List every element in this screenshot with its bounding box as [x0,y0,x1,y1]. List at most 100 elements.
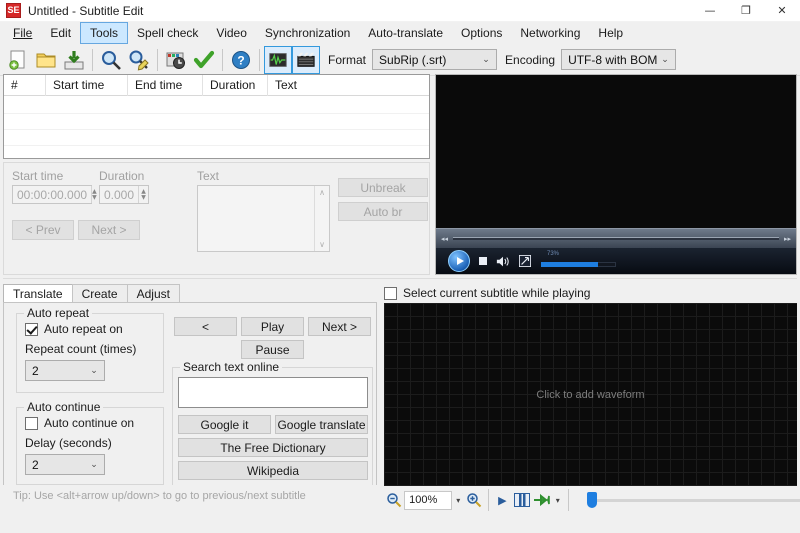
duration-stepper[interactable]: ▲ ▼ [138,186,148,203]
wikipedia-button[interactable]: Wikipedia [178,461,368,480]
delay-dropdown[interactable]: 2 ⌄ [25,454,105,475]
column-header-text[interactable]: Text [268,75,428,96]
chevron-down-icon[interactable]: ▾ [552,496,564,505]
chevron-down-icon: ⌄ [90,365,98,376]
subtitle-list-header: # Start time End time Duration Text [4,75,429,96]
stop-button[interactable] [479,257,487,265]
slider-thumb[interactable] [586,492,597,508]
search-text-input[interactable] [178,377,368,408]
duration-input[interactable]: 0.000 ▲ ▼ [99,185,149,204]
column-header-duration[interactable]: Duration [203,75,268,96]
tab-translate[interactable]: Translate [3,284,73,303]
column-header-end-time[interactable]: End time [128,75,203,96]
split-view-icon[interactable] [512,489,532,511]
zoom-level-dropdown[interactable]: 100% [404,490,453,510]
minimize-button[interactable]: — [692,0,728,22]
seek-track[interactable] [453,237,779,240]
subtitle-text-input[interactable]: ∧ ∨ [197,185,330,252]
table-row[interactable] [4,130,429,146]
waveform-toolbar: 100% ▾ ▶ ▾ [384,488,800,512]
toggle-waveform-icon[interactable] [264,45,292,74]
menu-help[interactable]: Help [589,22,632,44]
video-player[interactable]: ◂◂ ▸▸ 73% [435,74,797,275]
fullscreen-button[interactable] [519,255,531,267]
tab-create[interactable]: Create [71,284,128,303]
select-current-subtitle-checkbox[interactable]: Select current subtitle while playing [384,286,590,300]
save-icon[interactable] [60,46,88,74]
unbreak-button[interactable]: Unbreak [338,178,428,197]
menu-edit-label: Edit [50,26,72,40]
tab-adjust[interactable]: Adjust [126,284,180,303]
format-dropdown[interactable]: SubRip (.srt) ⌄ [372,49,498,70]
start-time-input[interactable]: 00:00:00.000 ▲ ▼ [12,185,97,204]
menu-video[interactable]: Video [207,22,255,44]
auto-repeat-checkbox[interactable]: Auto repeat on [25,322,123,336]
video-screen[interactable] [436,75,796,228]
prev-subtitle-button[interactable]: < Prev [12,220,74,240]
google-it-button[interactable]: Google it [178,415,271,434]
menu-tools[interactable]: Tools [80,22,129,44]
zoom-in-icon[interactable] [464,489,484,511]
menu-networking[interactable]: Networking [511,22,589,44]
translate-prev-button[interactable]: < [174,317,237,336]
title-bar: SE Untitled - Subtitle Edit — ❐ ✕ [0,0,800,22]
waveform-position-slider[interactable] [586,491,800,509]
table-row[interactable] [4,146,429,162]
open-folder-icon[interactable] [32,46,60,74]
menu-edit[interactable]: Edit [41,22,80,44]
menu-auto-translate[interactable]: Auto-translate [359,22,452,44]
seek-forward-icon[interactable]: ▸▸ [779,235,796,243]
replace-icon[interactable] [125,46,153,74]
waveform-play-icon[interactable]: ▶ [493,489,511,511]
menu-options[interactable]: Options [452,22,511,44]
translate-pause-button[interactable]: Pause [241,340,304,359]
window-title: Untitled - Subtitle Edit [28,3,144,18]
scroll-down-icon[interactable]: ∨ [319,240,325,249]
translate-play-button[interactable]: Play [241,317,304,336]
waveform-area[interactable]: Click to add waveform [384,303,797,486]
text-scrollbar[interactable]: ∧ ∨ [314,186,329,251]
start-time-stepper[interactable]: ▲ ▼ [91,186,97,203]
video-seek-bar[interactable]: ◂◂ ▸▸ [436,228,796,248]
maximize-button[interactable]: ❐ [728,0,764,22]
stepper-down-icon[interactable]: ▼ [141,194,146,201]
table-row[interactable] [4,96,429,114]
table-row[interactable] [4,114,429,130]
toolbar-separator [92,48,93,71]
chevron-down-icon[interactable]: ▾ [452,496,464,505]
scroll-up-icon[interactable]: ∧ [319,188,325,197]
next-subtitle-button[interactable]: Next > [78,220,140,240]
video-controls: 73% [436,248,796,274]
repeat-count-dropdown[interactable]: 2 ⌄ [25,360,105,381]
seek-back-icon[interactable]: ◂◂ [436,235,453,243]
subtitle-list[interactable]: # Start time End time Duration Text [3,74,430,162]
help-icon[interactable]: ? [227,46,255,74]
menu-synchronization[interactable]: Synchronization [256,22,359,44]
stepper-down-icon[interactable]: ▼ [92,194,97,201]
new-icon[interactable] [4,46,32,74]
menu-spell-check[interactable]: Spell check [128,22,207,44]
auto-br-button[interactable]: Auto br [338,202,428,221]
auto-continue-checkbox[interactable]: Auto continue on [25,416,134,430]
toggle-video-icon[interactable] [292,45,320,74]
menu-file[interactable]: File [4,22,41,44]
close-button[interactable]: ✕ [764,0,800,22]
play-button[interactable] [448,250,470,272]
column-header-number[interactable]: # [4,75,46,96]
translate-next-button[interactable]: Next > [308,317,371,336]
search-online-group: Search text online Google it Google tran… [172,360,373,488]
column-header-start-time[interactable]: Start time [46,75,128,96]
auto-continue-group: Auto continue Auto continue on Delay (se… [16,400,164,485]
zoom-out-icon[interactable] [384,489,404,511]
google-translate-button[interactable]: Google translate [275,415,368,434]
volume-fill [541,262,598,267]
mute-button[interactable] [496,255,510,268]
free-dictionary-button[interactable]: The Free Dictionary [178,438,368,457]
fix-common-errors-icon[interactable] [190,46,218,74]
find-icon[interactable] [97,46,125,74]
app-icon: SE [6,3,21,18]
sync-time-icon[interactable] [162,46,190,74]
forward-icon[interactable] [532,489,552,511]
encoding-dropdown[interactable]: UTF-8 with BOM ⌄ [561,49,677,70]
volume-slider[interactable]: 73% [541,251,616,271]
